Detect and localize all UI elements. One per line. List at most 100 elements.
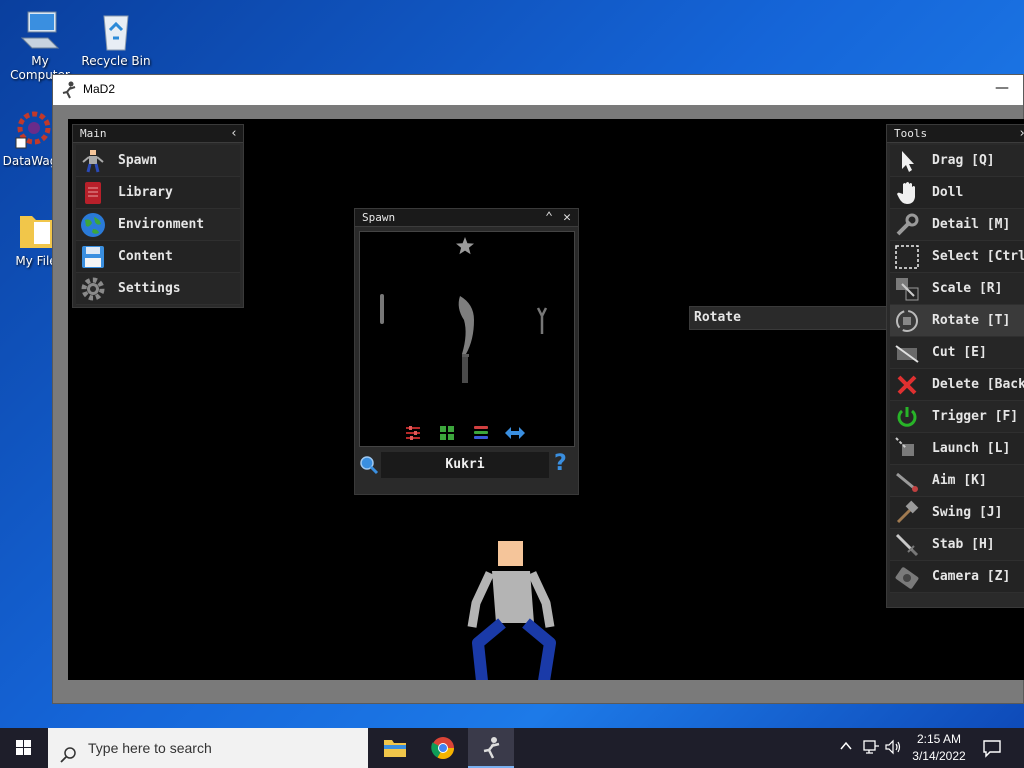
start-button[interactable] — [0, 728, 48, 768]
main-item-environment[interactable]: Environment — [76, 209, 240, 241]
desktop-icon-label: Recycle Bin — [81, 54, 151, 68]
tool-label: Scale [R] — [932, 281, 1003, 296]
spawn-panel-close-button[interactable]: ✕ — [558, 209, 576, 227]
search-icon — [60, 739, 78, 768]
tool-label: Camera [Z] — [932, 569, 1011, 584]
tool-camera[interactable]: Camera [Z] — [890, 561, 1024, 593]
cursor-icon — [894, 148, 920, 174]
chevron-up-icon[interactable] — [838, 738, 854, 758]
search-icon[interactable] — [359, 455, 379, 479]
floppy-disk-icon — [80, 244, 106, 270]
help-button[interactable]: ? — [554, 451, 567, 477]
network-icon[interactable] — [862, 738, 880, 760]
main-panel-collapse-button[interactable]: ‹ — [225, 125, 243, 143]
aim-icon — [894, 468, 920, 494]
main-item-library[interactable]: Library — [76, 177, 240, 209]
tool-doll[interactable]: Doll — [890, 177, 1024, 209]
taskbar-search-box[interactable]: Type here to search — [48, 728, 368, 768]
tools-panel-header[interactable]: Tools › — [887, 125, 1024, 143]
hand-icon — [894, 180, 920, 206]
tool-select[interactable]: Select [Ctrl — [890, 241, 1024, 273]
spawn-panel-header[interactable]: Spawn ⌃ ✕ — [355, 209, 578, 227]
spawn-panel-collapse-button[interactable]: ⌃ — [540, 209, 558, 227]
tool-swing[interactable]: Swing [J] — [890, 497, 1024, 529]
minimize-button[interactable]: — — [987, 77, 1017, 101]
mad2-app-icon — [61, 81, 77, 99]
tools-panel-title: Tools — [894, 127, 928, 140]
selection-box-icon — [894, 244, 920, 270]
app-window: MaD2 — Main ‹ Spawn Library Environment … — [52, 74, 1024, 704]
taskbar-search-placeholder: Type here to search — [88, 740, 212, 756]
tool-detail[interactable]: Detail [M] — [890, 209, 1024, 241]
kukri-icon — [452, 294, 482, 390]
spawn-toolbar — [404, 424, 534, 444]
tool-label: Detail [M] — [932, 217, 1011, 232]
tool-label: Delete [Back — [932, 377, 1024, 392]
ragdoll-figure[interactable] — [466, 541, 566, 680]
computer-icon — [18, 8, 62, 52]
desktop-icon-my-computer[interactable]: My Computer — [2, 8, 78, 82]
spawn-search-input[interactable]: Kukri — [381, 452, 549, 478]
spawn-item-preview[interactable] — [359, 231, 575, 447]
hammer-icon — [894, 500, 920, 526]
list-icon[interactable] — [472, 424, 490, 446]
main-item-settings[interactable]: Settings — [76, 273, 240, 305]
favorite-star-icon[interactable] — [455, 236, 475, 260]
tool-cut[interactable]: Cut [E] — [890, 337, 1024, 369]
tool-launch[interactable]: Launch [L] — [890, 433, 1024, 465]
launch-icon — [894, 436, 920, 462]
main-item-label: Library — [118, 185, 173, 200]
rotate-icon — [894, 308, 920, 334]
tools-panel-collapse-button[interactable]: › — [1013, 125, 1024, 143]
tool-label: Stab [H] — [932, 537, 995, 552]
main-item-spawn[interactable]: Spawn — [76, 145, 240, 177]
filter-icon[interactable] — [404, 424, 422, 446]
main-panel-title: Main — [80, 127, 107, 140]
mad2-app-icon[interactable] — [468, 728, 514, 768]
desktop-icon-recycle-bin[interactable]: Recycle Bin — [78, 8, 154, 68]
scale-icon — [894, 276, 920, 302]
spawn-panel-title: Spawn — [362, 211, 396, 224]
file-explorer-icon[interactable] — [372, 728, 418, 768]
clock-date: 3/14/2022 — [912, 749, 966, 763]
gear-shortcut-icon — [8, 108, 52, 152]
main-item-label: Environment — [118, 217, 205, 232]
window-titlebar[interactable]: MaD2 — — [53, 75, 1023, 105]
tool-label: Aim [K] — [932, 473, 987, 488]
clock-time: 2:15 AM — [916, 732, 962, 746]
taskbar-clock[interactable]: 2:15 AM 3/14/2022 — [906, 731, 972, 765]
main-item-content[interactable]: Content — [76, 241, 240, 273]
tool-rotate[interactable]: Rotate [T] — [890, 305, 1024, 337]
windows-logo-icon — [16, 740, 31, 755]
tool-scale[interactable]: Scale [R] — [890, 273, 1024, 305]
tool-aim[interactable]: Aim [K] — [890, 465, 1024, 497]
power-icon — [894, 404, 920, 430]
tool-trigger[interactable]: Trigger [F] — [890, 401, 1024, 433]
chrome-icon[interactable] — [420, 728, 466, 768]
game-canvas[interactable]: Main ‹ Spawn Library Environment Content… — [68, 119, 1024, 680]
tool-label: Select [Ctrl — [932, 249, 1024, 264]
swap-arrows-icon[interactable] — [504, 424, 526, 446]
globe-icon — [80, 212, 106, 238]
main-item-label: Spawn — [118, 153, 158, 168]
tooltip-text: Rotate — [694, 310, 741, 325]
spawn-panel: Spawn ⌃ ✕ Kukri ? — [354, 208, 579, 495]
main-panel-header[interactable]: Main ‹ — [73, 125, 243, 143]
tool-delete[interactable]: Delete [Back — [890, 369, 1024, 401]
tool-stab[interactable]: Stab [H] — [890, 529, 1024, 561]
grid-icon[interactable] — [438, 424, 456, 446]
notification-icon[interactable] — [982, 738, 1002, 762]
tool-label: Drag [Q] — [932, 153, 995, 168]
main-item-label: Settings — [118, 281, 181, 296]
previous-item-icon[interactable] — [380, 294, 384, 324]
tool-label: Doll — [932, 185, 964, 200]
rotate-tooltip: Rotate — [689, 306, 889, 330]
tool-label: Cut [E] — [932, 345, 987, 360]
next-item-icon[interactable] — [536, 306, 548, 340]
delete-x-icon — [894, 372, 920, 398]
volume-icon[interactable] — [884, 738, 902, 760]
tool-drag[interactable]: Drag [Q] — [890, 145, 1024, 177]
book-icon — [80, 180, 106, 206]
sword-icon — [894, 532, 920, 558]
recycle-bin-icon — [94, 8, 138, 52]
